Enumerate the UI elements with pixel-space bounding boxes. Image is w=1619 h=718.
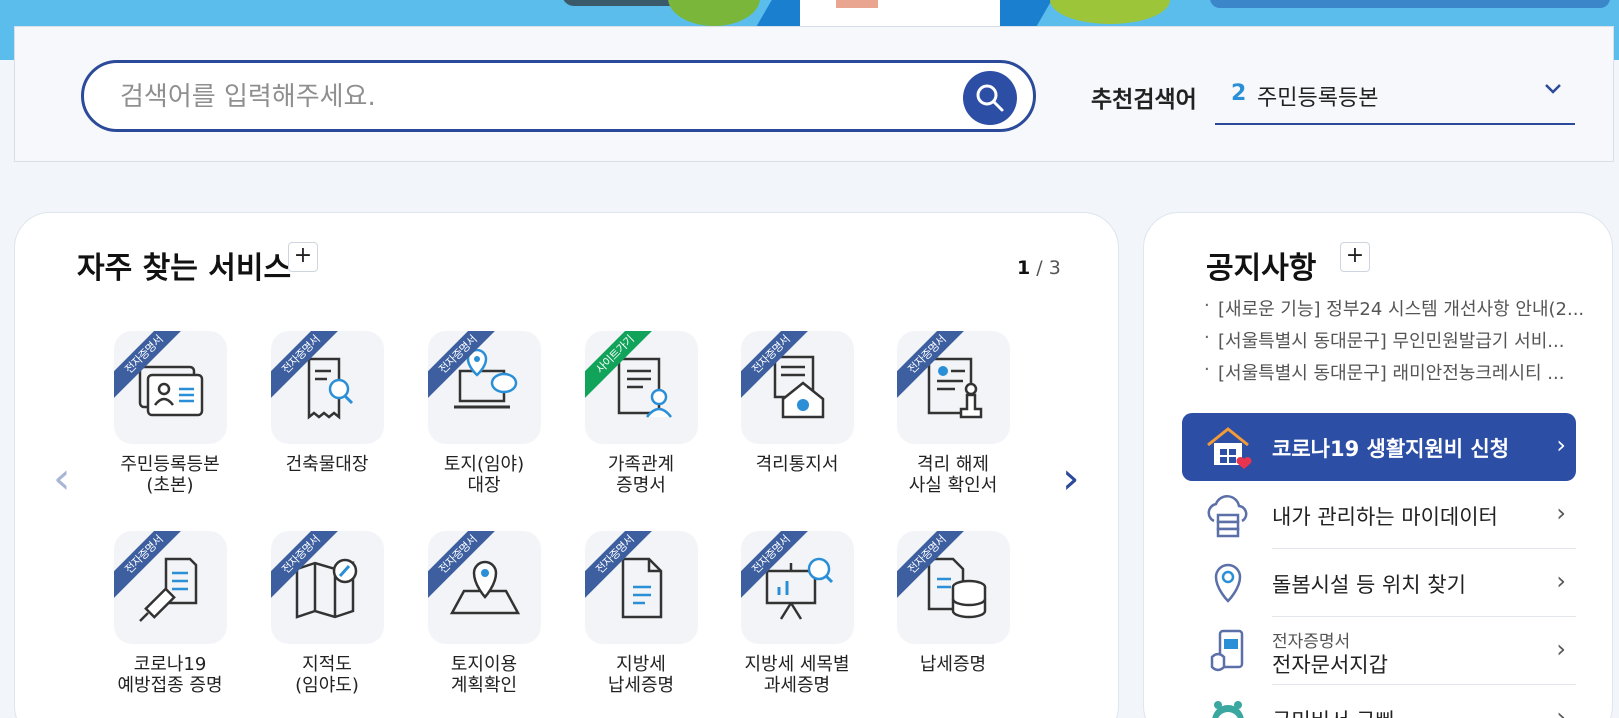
chevron-right-icon: › bbox=[1556, 635, 1566, 663]
house-heart-icon bbox=[1207, 427, 1252, 469]
quick-link-e-wallet[interactable]: 전자증명서 전자문서지갑 › bbox=[1182, 617, 1576, 685]
chevron-right-icon: › bbox=[1556, 567, 1566, 595]
notice-item[interactable]: [서울특별시 동대문구] 래미안전농크레시티 ... bbox=[1204, 359, 1594, 391]
mobile-wallet-icon bbox=[1210, 629, 1244, 672]
service-item[interactable]: 전자증명서 지방세 세목별 과세증명 bbox=[727, 531, 867, 696]
banner-tree bbox=[1050, 0, 1170, 24]
recommended-search-label: 추천검색어 bbox=[1091, 87, 1197, 113]
service-item[interactable]: 전자증명서 건축물대장 bbox=[257, 331, 397, 475]
quick-link-mydata[interactable]: 내가 관리하는 마이데이터 › bbox=[1182, 481, 1576, 549]
chevron-down-icon[interactable] bbox=[1543, 79, 1563, 105]
services-pager: 1 / 3 bbox=[1017, 257, 1061, 279]
service-item[interactable]: 전자증명서 격리 해제 사실 확인서 bbox=[883, 331, 1023, 496]
notice-item[interactable]: [새로운 기능] 정부24 시스템 개선사항 안내(2... bbox=[1204, 295, 1594, 327]
service-item[interactable]: 전자증명서 격리통지서 bbox=[727, 331, 867, 475]
service-tile: 전자증명서 bbox=[584, 531, 698, 644]
chevron-right-icon: › bbox=[1556, 499, 1566, 527]
search-button[interactable] bbox=[963, 71, 1017, 125]
chevron-right-icon: › bbox=[1556, 431, 1566, 459]
quick-link-label: 국민비서 구삐 bbox=[1272, 705, 1395, 718]
service-tile: 전자증명서 bbox=[113, 531, 227, 644]
service-tile: 전자증명서 bbox=[427, 331, 541, 444]
pager-current: 1 bbox=[1017, 257, 1031, 279]
service-item[interactable]: 전자증명서 지방세 납세증명 bbox=[571, 531, 711, 696]
service-tile: 전자증명서 bbox=[896, 331, 1010, 444]
service-tile: 전자증명서 bbox=[113, 331, 227, 444]
service-tile: 전자증명서 bbox=[896, 531, 1010, 644]
service-label: 격리통지서 bbox=[755, 454, 839, 475]
chevron-right-icon: › bbox=[1556, 703, 1566, 718]
service-label: 가족관계 증명서 bbox=[607, 454, 675, 496]
service-item[interactable]: 전자증명서 토지(임야) 대장 bbox=[414, 331, 554, 496]
notice-card: 공지사항 + [새로운 기능] 정부24 시스템 개선사항 안내(2... [서… bbox=[1143, 212, 1613, 718]
service-tile: 전자증명서 bbox=[740, 331, 854, 444]
search-input[interactable] bbox=[120, 79, 920, 115]
service-label: 지적도 (임야도) bbox=[295, 654, 359, 696]
service-item[interactable]: 전자증명서 토지이용 계획확인 bbox=[414, 531, 554, 696]
recommended-term[interactable]: 주민등록등본 bbox=[1257, 80, 1378, 112]
service-label: 토지이용 계획확인 bbox=[450, 654, 518, 696]
service-item[interactable]: 전자증명서 주민등록등본 (초본) bbox=[100, 331, 240, 496]
notice-title: 공지사항 bbox=[1206, 251, 1317, 286]
pager-total: / 3 bbox=[1036, 257, 1061, 279]
service-label: 토지(임야) 대장 bbox=[443, 454, 525, 496]
service-item[interactable]: 전자증명서 지적도 (임야도) bbox=[257, 531, 397, 696]
service-label: 주민등록등본 (초본) bbox=[120, 454, 220, 496]
recommended-search-dropdown[interactable]: 2 주민등록등본 bbox=[1215, 75, 1575, 125]
service-label: 격리 해제 사실 확인서 bbox=[908, 454, 998, 496]
banner-tree bbox=[668, 0, 760, 26]
quick-link-gubbi[interactable]: 국민비서 구삐 › bbox=[1182, 685, 1576, 718]
service-item[interactable]: 사이트가기 가족관계 증명서 bbox=[571, 331, 711, 496]
recommended-rank: 2 bbox=[1231, 81, 1247, 106]
service-label: 건축물대장 bbox=[285, 454, 369, 475]
service-tile: 사이트가기 bbox=[584, 331, 698, 444]
notice-list: [새로운 기능] 정부24 시스템 개선사항 안내(2... [서울특별시 동대… bbox=[1204, 295, 1594, 391]
banner-window bbox=[836, 0, 878, 8]
banner-shape bbox=[1210, 0, 1610, 8]
service-tile: 전자증명서 bbox=[427, 531, 541, 644]
service-tile: 전자증명서 bbox=[270, 531, 384, 644]
services-more-button[interactable]: + bbox=[288, 242, 318, 272]
cloud-data-icon bbox=[1207, 495, 1248, 538]
quick-link-covid-support[interactable]: 코로나19 생활지원비 신청 › bbox=[1182, 413, 1576, 481]
service-label: 지방세 세목별 과세증명 bbox=[744, 654, 850, 696]
service-label: 납세증명 bbox=[919, 654, 987, 675]
next-arrow-icon[interactable]: › bbox=[1062, 457, 1080, 501]
quick-link-care-facility[interactable]: 돌봄시설 등 위치 찾기 › bbox=[1182, 549, 1576, 617]
notice-item[interactable]: [서울특별시 동대문구] 무인민원발급기 서비... bbox=[1204, 327, 1594, 359]
service-tile: 전자증명서 bbox=[270, 331, 384, 444]
quick-link-label: 돌봄시설 등 위치 찾기 bbox=[1272, 573, 1466, 597]
service-tile: 전자증명서 bbox=[740, 531, 854, 644]
notice-more-button[interactable]: + bbox=[1340, 242, 1370, 272]
search-section: 추천검색어 2 주민등록등본 bbox=[14, 26, 1614, 162]
frequent-services-card: 자주 찾는 서비스 + 1 / 3 ‹ › 전자증명서 주민등록등본 (초본) … bbox=[14, 212, 1119, 718]
quick-link-label: 내가 관리하는 마이데이터 bbox=[1272, 505, 1498, 529]
robot-icon bbox=[1212, 701, 1244, 718]
banner-house bbox=[800, 0, 1000, 26]
location-pin-icon bbox=[1214, 563, 1242, 603]
services-title: 자주 찾는 서비스 bbox=[77, 251, 292, 286]
search-icon bbox=[976, 84, 1004, 112]
service-item[interactable]: 전자증명서 코로나19 예방접종 증명 bbox=[100, 531, 240, 696]
quick-link-label: 코로나19 생활지원비 신청 bbox=[1272, 437, 1510, 461]
prev-arrow-icon[interactable]: ‹ bbox=[53, 457, 71, 501]
service-label: 코로나19 예방접종 증명 bbox=[117, 654, 223, 696]
search-field bbox=[81, 60, 1036, 132]
quick-link-label: 전자문서지갑 bbox=[1272, 653, 1388, 677]
service-item[interactable]: 전자증명서 납세증명 bbox=[883, 531, 1023, 675]
service-label: 지방세 납세증명 bbox=[607, 654, 675, 696]
